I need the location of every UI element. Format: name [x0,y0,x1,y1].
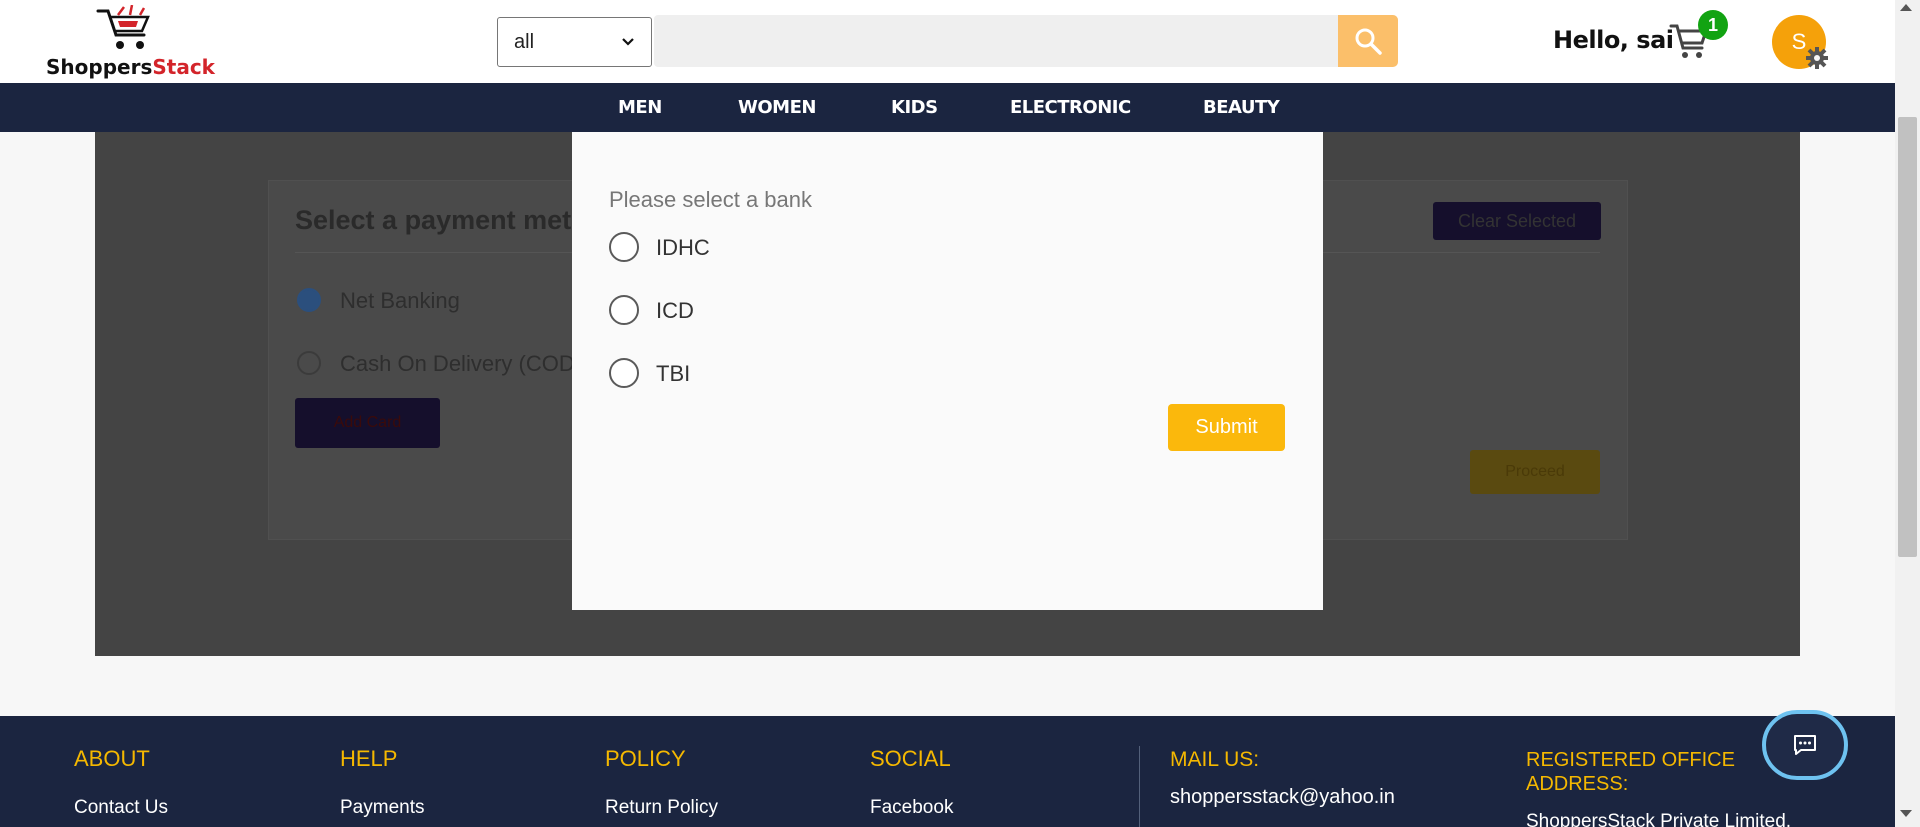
net-banking-label: Net Banking [340,288,460,313]
footer-heading-social: SOCIAL [870,746,951,771]
proceed-button[interactable]: Proceed [1470,450,1600,494]
bank-radio-icd[interactable] [609,295,639,325]
footer-mail-address[interactable]: shoppersstack@yahoo.in [1170,786,1395,809]
footer-mail-heading: MAIL US: [1170,748,1260,771]
gear-icon[interactable] [1805,46,1829,70]
cod-radio[interactable] [297,351,321,375]
bank-label-idhc[interactable]: IDHC [656,235,710,261]
net-banking-radio[interactable] [297,288,321,312]
page: ShoppersStack all Hello, sai 1 S MEN WOM… [0,0,1895,827]
logo-text: ShoppersStack [46,55,215,79]
cart-count-badge: 1 [1698,10,1728,40]
clear-selected-button[interactable]: Clear Selected [1433,202,1601,240]
footer-heading-policy: POLICY [605,746,686,771]
footer-link-contact-us[interactable]: Contact Us [74,797,168,819]
footer-link-facebook[interactable]: Facebook [870,797,953,819]
logo-text-part1: Shoppers [46,55,153,79]
logo-cart-icon [96,5,150,49]
bank-radio-idhc[interactable] [609,232,639,262]
scroll-up-arrow-icon[interactable] [1900,4,1912,11]
scrollbar-thumb[interactable] [1898,117,1917,557]
submit-button[interactable]: Submit [1168,404,1285,451]
scroll-down-arrow-icon[interactable] [1900,810,1912,817]
logo[interactable]: ShoppersStack [46,5,226,79]
category-nav: MEN WOMEN KIDS ELECTRONIC BEAUTY [0,83,1895,132]
chat-icon [1794,735,1816,755]
nav-item-women[interactable]: WOMEN [738,83,816,132]
logo-text-part2: Stack [152,55,215,79]
footer-heading-about: ABOUT [74,746,150,771]
nav-item-electronic[interactable]: ELECTRONIC [1010,83,1131,132]
footer-divider [1139,746,1140,827]
nav-item-men[interactable]: MEN [618,83,662,132]
footer-heading-help: HELP [340,746,398,771]
category-select-value: all [514,30,535,53]
user-greeting: Hello, sai [1553,26,1674,54]
footer-link-payments[interactable]: Payments [340,797,424,819]
modal-title: Please select a bank [609,187,813,212]
footer-link-return-policy[interactable]: Return Policy [605,797,718,819]
search-icon [1355,28,1382,55]
bank-label-icd[interactable]: ICD [656,298,694,324]
cod-label: Cash On Delivery (COD) [340,351,583,376]
nav-item-beauty[interactable]: BEAUTY [1203,83,1280,132]
bank-label-tbi[interactable]: TBI [656,361,690,387]
bank-select-modal: Please select a bank IDHC ICD TBI Submit [572,132,1323,610]
header: ShoppersStack all Hello, sai 1 S [0,0,1895,83]
chat-button[interactable] [1762,710,1848,780]
bank-radio-tbi[interactable] [609,358,639,388]
search-input[interactable] [654,15,1338,67]
nav-item-kids[interactable]: KIDS [891,83,938,132]
footer-office-address: ShoppersStack Private Limited, [1526,811,1792,827]
chevron-down-icon [622,38,634,46]
search-button[interactable] [1338,15,1398,67]
footer-office-heading: REGISTERED OFFICE ADDRESS: [1526,749,1735,795]
category-select[interactable]: all [497,17,652,67]
add-card-button[interactable]: Add Card [295,398,440,448]
